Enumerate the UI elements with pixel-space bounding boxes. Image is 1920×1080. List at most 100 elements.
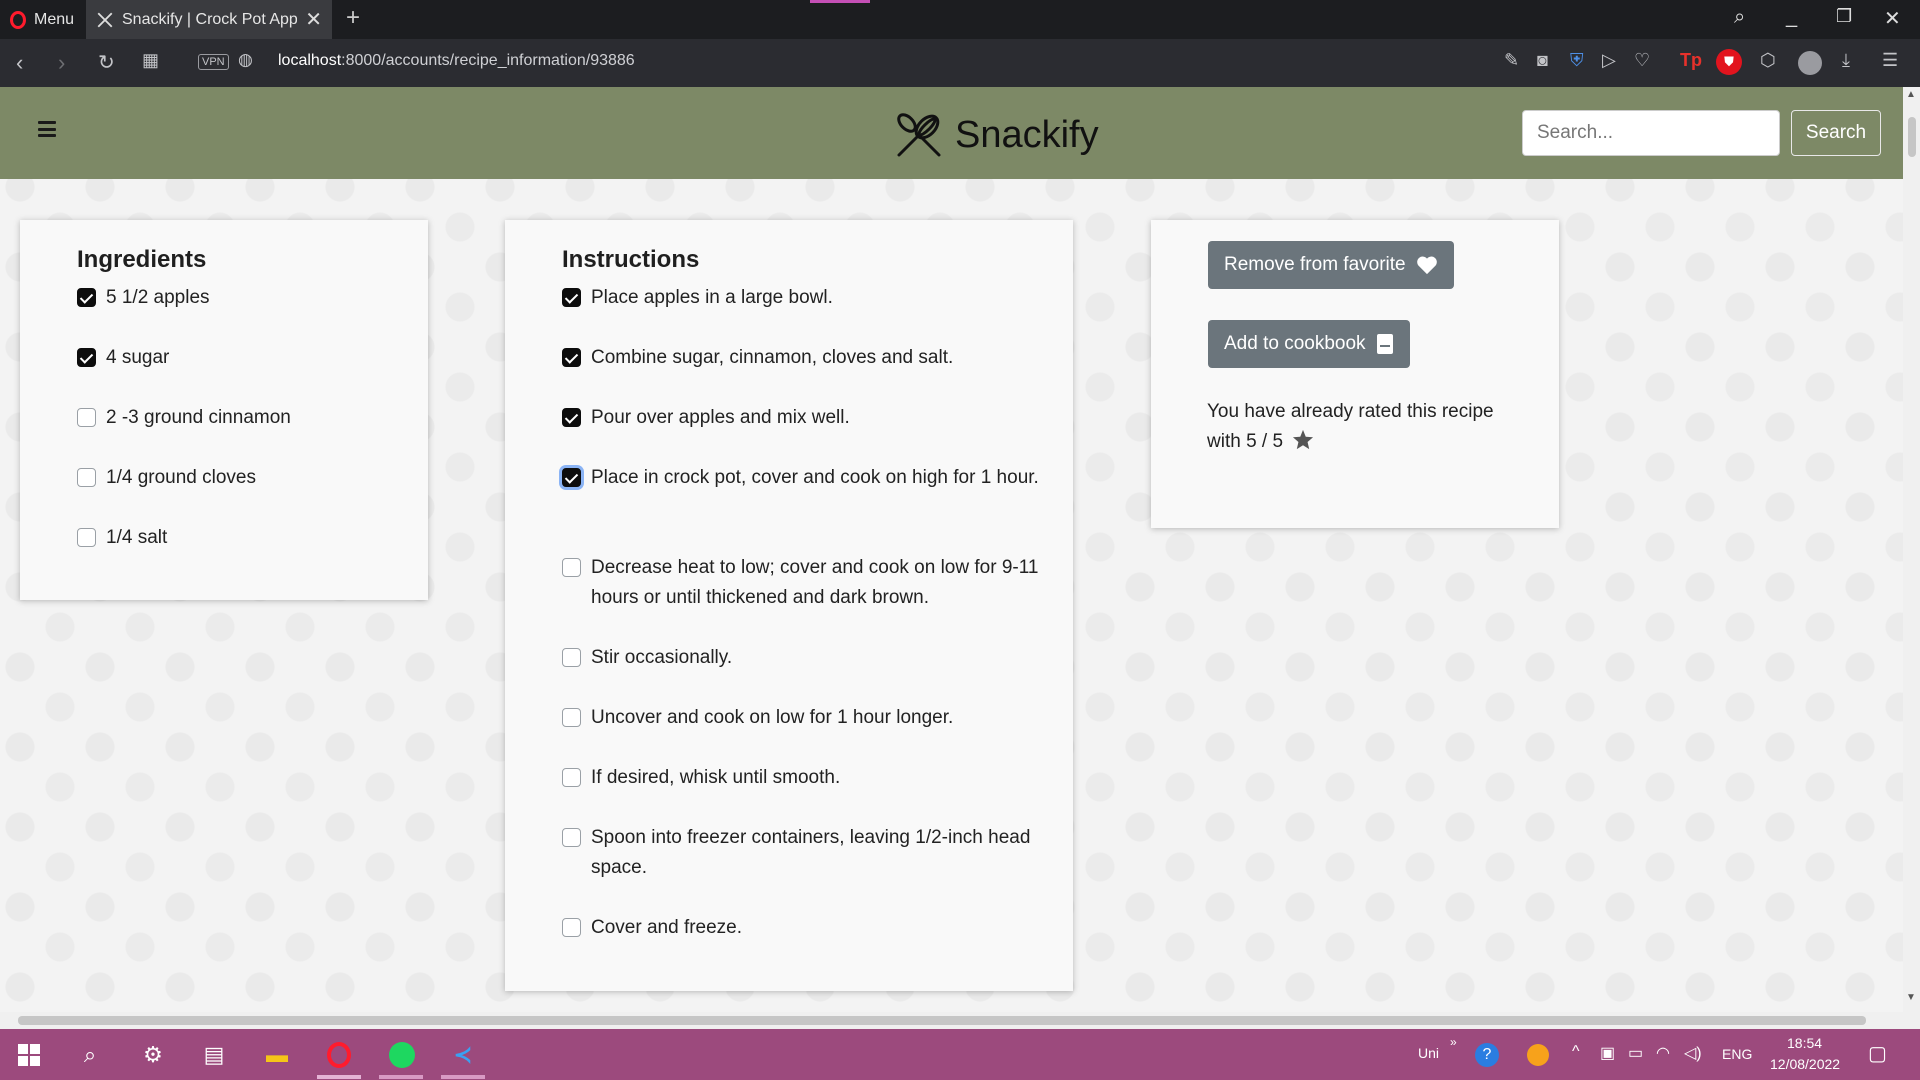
- forward-icon[interactable]: ›: [58, 50, 65, 76]
- vpn-badge[interactable]: VPN: [198, 54, 229, 70]
- scroll-down-icon[interactable]: ▼: [1906, 992, 1916, 1003]
- url-field[interactable]: localhost:8000/accounts/recipe_informati…: [278, 52, 635, 70]
- ingredient-checkbox[interactable]: [77, 468, 96, 487]
- address-bar: ‹ › ↻ ▦ VPN ◍ localhost:8000/accounts/re…: [0, 39, 1920, 87]
- easy-setup-icon[interactable]: ☰: [1882, 50, 1898, 71]
- scroll-up-icon[interactable]: ▲: [1906, 89, 1916, 100]
- step-checkbox[interactable]: [562, 348, 581, 367]
- ingredient-item[interactable]: 1/4 salt: [77, 523, 397, 553]
- horizontal-scroll-thumb[interactable]: [18, 1016, 1866, 1025]
- instruction-step[interactable]: Combine sugar, cinnamon, cloves and salt…: [562, 343, 1042, 373]
- ingredient-item[interactable]: 2 -3 ground cinnamon: [77, 403, 397, 433]
- opera-menu-label: Menu: [34, 11, 75, 28]
- status-dot-icon[interactable]: [1523, 1041, 1553, 1069]
- opera-menu-button[interactable]: Menu: [10, 8, 74, 32]
- site-info-icon[interactable]: ◍: [238, 50, 253, 70]
- ingredient-item[interactable]: 1/4 ground cloves: [77, 463, 397, 493]
- step-checkbox[interactable]: [562, 768, 581, 787]
- speed-dial-icon[interactable]: ▦: [142, 50, 159, 71]
- browser-tab[interactable]: Snackify | Crock Pot Apple I ✕: [86, 0, 332, 39]
- windows-start-icon[interactable]: [14, 1041, 44, 1069]
- adblock-icon[interactable]: ⛊: [1716, 49, 1742, 75]
- remove-favorite-button[interactable]: Remove from favorite: [1208, 241, 1454, 289]
- reload-icon[interactable]: ↻: [98, 50, 115, 75]
- new-tab-icon[interactable]: +: [346, 4, 360, 32]
- horizontal-scrollbar[interactable]: [0, 1012, 1920, 1029]
- browser-tab-bar: Menu Snackify | Crock Pot Apple I ✕ + ⌕ …: [0, 0, 1920, 39]
- spotify-icon[interactable]: [387, 1041, 417, 1069]
- clock-date[interactable]: 12/08/2022: [1770, 1056, 1840, 1072]
- hamburger-menu-icon[interactable]: [38, 121, 56, 137]
- instruction-step[interactable]: Uncover and cook on low for 1 hour longe…: [562, 703, 1042, 733]
- step-checkbox[interactable]: [562, 288, 581, 307]
- instruction-step[interactable]: If desired, whisk until smooth.: [562, 763, 1042, 793]
- clock-time[interactable]: 18:54: [1787, 1035, 1822, 1051]
- input-indicator[interactable]: Uni: [1418, 1045, 1439, 1061]
- search-input[interactable]: [1522, 110, 1780, 156]
- ingredient-checkbox[interactable]: [77, 408, 96, 427]
- ingredient-item[interactable]: 5 1/2 apples: [77, 283, 397, 313]
- vertical-scrollbar[interactable]: ▲ ▼: [1903, 87, 1920, 1012]
- send-icon[interactable]: ▷: [1602, 50, 1616, 71]
- file-explorer-icon[interactable]: ▬: [262, 1041, 292, 1069]
- step-checkbox[interactable]: [562, 918, 581, 937]
- restore-icon[interactable]: ❐: [1836, 6, 1852, 27]
- step-checkbox[interactable]: [562, 558, 581, 577]
- book-icon: [1376, 334, 1393, 354]
- instruction-step[interactable]: Place apples in a large bowl.: [562, 283, 1042, 313]
- ingredient-item[interactable]: 4 sugar: [77, 343, 397, 373]
- snapshot-icon[interactable]: ◙: [1537, 50, 1548, 71]
- overflow-chevron-icon[interactable]: »: [1450, 1035, 1457, 1049]
- remove-favorite-label: Remove from favorite: [1224, 254, 1406, 275]
- tab-favicon-icon: [97, 12, 113, 27]
- edit-icon[interactable]: ✎: [1504, 50, 1519, 71]
- step-checkbox[interactable]: [562, 828, 581, 847]
- search-button[interactable]: Search: [1791, 110, 1881, 156]
- add-to-cookbook-button[interactable]: Add to cookbook: [1208, 320, 1410, 368]
- box-icon[interactable]: ⬡: [1760, 50, 1776, 71]
- search-icon[interactable]: ⌕: [75, 1041, 105, 1069]
- battery-icon[interactable]: ▭: [1628, 1043, 1643, 1063]
- step-label: Place apples in a large bowl.: [591, 287, 833, 308]
- back-icon[interactable]: ‹: [16, 50, 23, 76]
- step-checkbox[interactable]: [562, 468, 581, 487]
- step-checkbox[interactable]: [562, 708, 581, 727]
- profile-avatar-icon[interactable]: [1798, 51, 1822, 75]
- brand[interactable]: Snackify: [893, 109, 1099, 161]
- instruction-step[interactable]: Spoon into freezer containers, leaving 1…: [562, 823, 1042, 883]
- step-label: Spoon into freezer containers, leaving 1…: [591, 827, 1031, 878]
- file-server-icon[interactable]: ▤: [199, 1041, 229, 1069]
- vertical-scroll-thumb[interactable]: [1908, 117, 1916, 157]
- notifications-icon[interactable]: ▢: [1868, 1041, 1887, 1066]
- opera-browser-icon[interactable]: [324, 1041, 354, 1069]
- instruction-step[interactable]: Pour over apples and mix well.: [562, 403, 1042, 433]
- help-icon[interactable]: ?: [1472, 1041, 1502, 1069]
- ingredient-checkbox[interactable]: [77, 288, 96, 307]
- search-tabs-icon[interactable]: ⌕: [1734, 6, 1745, 29]
- wifi-icon[interactable]: ◠: [1656, 1043, 1670, 1063]
- heart-icon[interactable]: ♡: [1634, 50, 1650, 71]
- show-hidden-icons[interactable]: ^: [1572, 1043, 1580, 1061]
- downloads-icon[interactable]: ⤓: [1842, 50, 1850, 71]
- instruction-step[interactable]: Stir occasionally.: [562, 643, 1042, 673]
- tp-extension-icon[interactable]: Tp: [1680, 50, 1702, 71]
- close-window-icon[interactable]: ✕: [1884, 6, 1901, 31]
- vscode-icon[interactable]: ≺: [448, 1041, 478, 1069]
- instruction-step[interactable]: Cover and freeze.: [562, 913, 1042, 943]
- shield-icon[interactable]: ⛨: [1570, 50, 1584, 71]
- ingredient-checkbox[interactable]: [77, 348, 96, 367]
- instruction-step[interactable]: Place in crock pot, cover and cook on hi…: [562, 463, 1042, 493]
- language-indicator[interactable]: ENG: [1722, 1046, 1752, 1062]
- step-checkbox[interactable]: [562, 408, 581, 427]
- instruction-step[interactable]: Decrease heat to low; cover and cook on …: [562, 553, 1042, 613]
- ingredients-heading: Ingredients: [77, 246, 207, 273]
- tab-close-icon[interactable]: ✕: [305, 7, 322, 32]
- minimize-icon[interactable]: _: [1786, 6, 1797, 29]
- settings-gear-icon[interactable]: ⚙: [138, 1041, 168, 1069]
- step-label: Combine sugar, cinnamon, cloves and salt…: [591, 347, 954, 368]
- ingredient-label: 1/4 salt: [106, 527, 168, 548]
- device-icon[interactable]: ▣: [1600, 1043, 1615, 1063]
- ingredient-checkbox[interactable]: [77, 528, 96, 547]
- volume-icon[interactable]: ◁): [1684, 1043, 1702, 1063]
- step-checkbox[interactable]: [562, 648, 581, 667]
